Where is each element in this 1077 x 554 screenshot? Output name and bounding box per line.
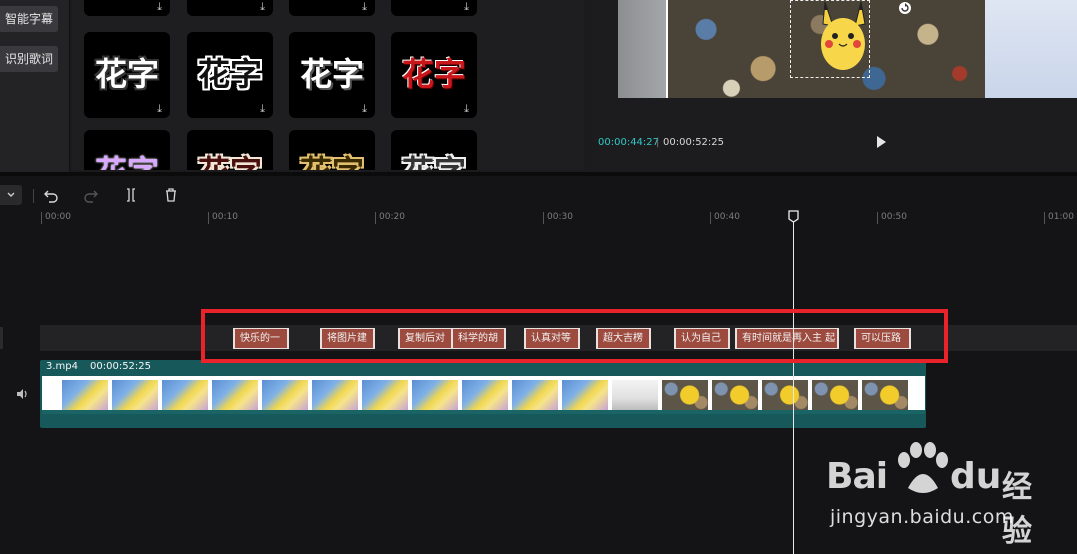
video-thumbnail — [612, 380, 658, 410]
ruler-tick: 00:50 — [877, 212, 907, 224]
text-clip[interactable]: 可以压路 — [854, 328, 911, 349]
effect-tile-partial[interactable]: ⤓ — [187, 0, 273, 16]
effect-tile[interactable]: 花字 — [84, 130, 170, 170]
effect-tile[interactable]: 花字 — [289, 130, 375, 170]
video-thumbnail — [562, 380, 608, 410]
split-icon[interactable] — [123, 187, 139, 203]
effect-tile-partial[interactable]: ⤓ — [391, 0, 477, 16]
text-clip[interactable]: 科学的胡 — [451, 328, 506, 349]
playhead-handle-icon[interactable] — [788, 210, 799, 223]
volume-icon[interactable] — [16, 388, 30, 400]
top-area: 智能字幕 识别歌词 ⤓ ⤓ ⤓ ⤓ 花字 ⤓ 花字 ⤓ 花字 ⤓ 花字 ⤓ 花字 — [0, 0, 1077, 172]
download-icon: ⤓ — [157, 0, 162, 13]
ruler-tick: 00:10 — [208, 212, 238, 224]
text-clip[interactable]: 认真对等 — [524, 328, 580, 349]
effect-tile[interactable]: 花字 — [187, 130, 273, 170]
watermark-url: jingyan.baidu.com — [830, 506, 1014, 528]
effect-sample-text: 花字 — [187, 152, 273, 170]
rotate-handle-icon[interactable] — [898, 1, 912, 15]
text-side-panel: 智能字幕 识别歌词 — [0, 0, 70, 172]
effect-tile[interactable]: 花字 — [391, 130, 477, 170]
baidu-jingyan-watermark: Bai du 经验 jingyan.baidu.com — [826, 438, 1056, 549]
ruler-tick: 00:40 — [710, 212, 740, 224]
text-clip[interactable]: 快乐的一 — [233, 328, 289, 349]
preview-blur-left — [618, 0, 666, 98]
text-clip[interactable]: 将图片建 — [320, 328, 375, 349]
text-clip[interactable]: 认为自己 — [674, 328, 730, 349]
video-thumbnail — [762, 380, 808, 410]
video-thumbnail — [512, 380, 558, 410]
download-icon: ⤓ — [260, 102, 265, 115]
smart-subtitle-button[interactable]: 智能字幕 — [0, 6, 58, 32]
ruler-tick: 00:00 — [41, 212, 71, 224]
total-time: 00:00:52:25 — [663, 137, 725, 148]
video-thumbnail — [462, 380, 508, 410]
effect-tile-partial[interactable]: ⤓ — [289, 0, 375, 16]
video-thumbnail — [412, 380, 458, 410]
watermark-brand-bai: Bai — [826, 456, 888, 497]
pikachu-sticker[interactable] — [813, 0, 873, 74]
effect-tile[interactable]: 花字 ⤓ — [289, 32, 375, 118]
text-track-header — [0, 327, 3, 349]
toolbar-divider — [33, 189, 34, 203]
delete-icon[interactable] — [163, 187, 179, 203]
download-icon: ⤓ — [464, 0, 469, 13]
timeline-toolbar — [0, 180, 1077, 210]
text-clip[interactable]: 复制后对 — [398, 328, 454, 349]
effect-tile-partial[interactable]: ⤓ — [84, 0, 170, 16]
video-thumbnail — [662, 380, 708, 410]
download-icon: ⤓ — [260, 0, 265, 13]
video-preview[interactable] — [618, 0, 1077, 98]
effect-sample-text: 花字 — [94, 55, 159, 93]
video-clip-name: 3.mp4 — [46, 361, 78, 372]
video-thumbnail — [812, 380, 858, 410]
ruler-tick: 00:20 — [375, 212, 405, 224]
download-icon: ⤓ — [464, 102, 469, 115]
time-ruler[interactable]: 00:00 00:10 00:20 00:30 00:40 00:50 01:0… — [0, 210, 1077, 226]
recognize-lyrics-button[interactable]: 识别歌词 — [0, 46, 58, 72]
redo-icon[interactable] — [83, 187, 99, 203]
ruler-tick: 00:30 — [543, 212, 573, 224]
video-thumbnail — [362, 380, 408, 410]
watermark-brand-du: du — [950, 456, 1002, 497]
effect-sample-text: 花字 — [289, 152, 375, 170]
text-clip[interactable]: 超大吉楞 — [596, 328, 651, 349]
video-thumbnail — [212, 380, 258, 410]
video-thumbnail — [712, 380, 758, 410]
video-thumbnail — [262, 380, 308, 410]
baidu-paw-icon — [898, 442, 948, 493]
video-thumbnail — [162, 380, 208, 410]
text-effects-panel: ⤓ ⤓ ⤓ ⤓ 花字 ⤓ 花字 ⤓ 花字 ⤓ 花字 ⤓ 花字 花字 花字 — [72, 0, 584, 170]
download-icon: ⤓ — [157, 102, 162, 115]
dropdown-button[interactable] — [0, 185, 22, 205]
preview-right-panel — [985, 0, 1077, 98]
playhead-line[interactable] — [793, 214, 794, 554]
time-separator: | — [656, 137, 660, 148]
download-icon: ⤓ — [362, 102, 367, 115]
chevron-down-icon — [7, 192, 15, 197]
video-thumbnail — [62, 380, 108, 410]
effect-sample-text: 花字 — [391, 152, 477, 170]
play-icon[interactable] — [874, 135, 888, 149]
current-time: 00:00:44:27 — [598, 137, 660, 148]
text-clip[interactable]: 有时间就是再入主 起 — [735, 328, 839, 349]
video-thumbnail — [312, 380, 358, 410]
download-icon: ⤓ — [362, 0, 367, 13]
effect-sample-text: 花字 — [299, 55, 364, 93]
video-thumbnail — [862, 380, 908, 410]
undo-icon[interactable] — [43, 187, 59, 203]
ruler-tick: 01:00 — [1044, 212, 1074, 224]
player-panel: 00:00:44:27 | 00:00:52:25 — [592, 0, 1077, 170]
effect-sample-text: 花字 — [84, 152, 170, 170]
effect-sample-text: 花字 — [197, 55, 262, 93]
video-thumbnail — [112, 380, 158, 410]
effect-tile[interactable]: 花字 ⤓ — [187, 32, 273, 118]
video-clip-duration: 00:00:52:25 — [90, 361, 152, 372]
effect-sample-text: 花字 — [401, 55, 466, 93]
effect-tile[interactable]: 花字 ⤓ — [391, 32, 477, 118]
effect-tile[interactable]: 花字 ⤓ — [84, 32, 170, 118]
